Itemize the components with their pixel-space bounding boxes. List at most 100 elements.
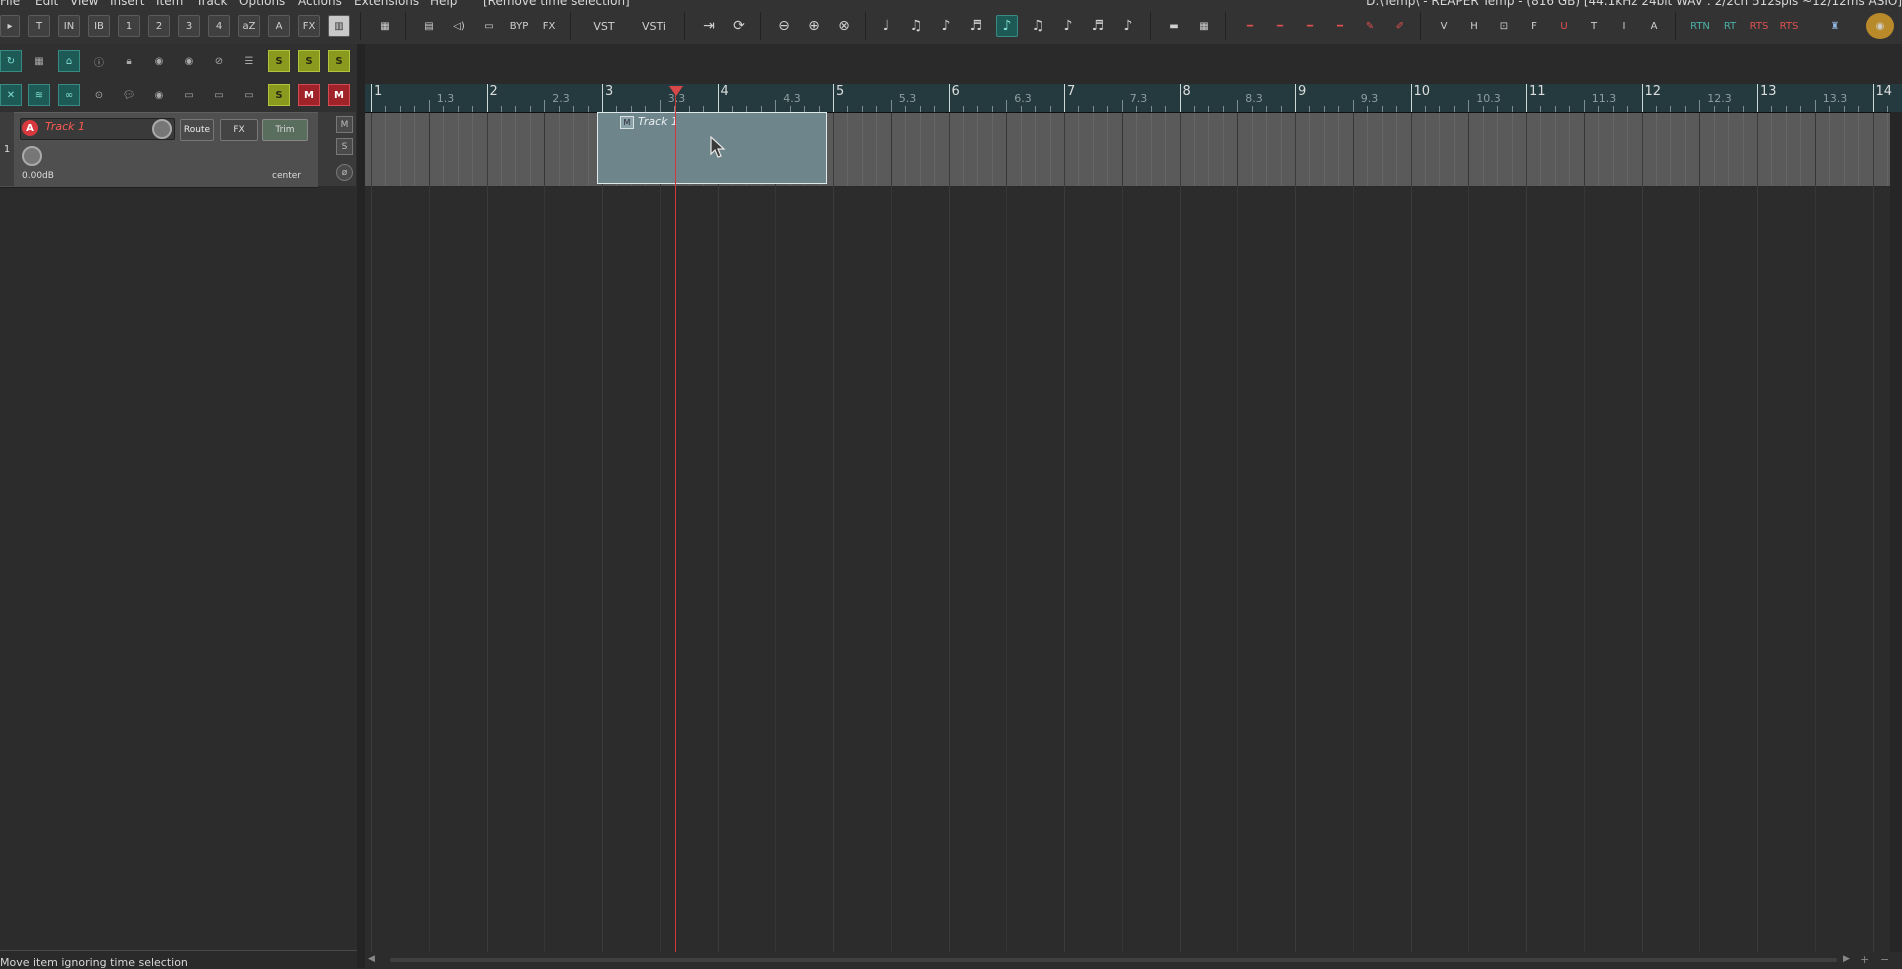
cut-button-4[interactable]: ━ bbox=[1328, 15, 1352, 37]
menu-options[interactable]: Options bbox=[239, 0, 285, 8]
arrange-view[interactable] bbox=[365, 112, 1890, 952]
split-button[interactable]: ⇥ bbox=[697, 15, 721, 37]
menu-actions[interactable]: Actions bbox=[298, 0, 342, 8]
pan-knob[interactable] bbox=[22, 146, 42, 166]
toolbar-3-button[interactable]: 3 bbox=[178, 15, 200, 37]
mixer-button[interactable]: ▦ bbox=[373, 15, 397, 37]
menu-help[interactable]: Help bbox=[430, 0, 457, 8]
folder-button-2[interactable]: ▭ bbox=[208, 84, 230, 106]
grid-note-9-button[interactable]: ♪ bbox=[1116, 15, 1140, 37]
grid-note-5-button[interactable]: ♪ bbox=[996, 15, 1018, 37]
snap-toggle-button[interactable]: ↻ bbox=[0, 50, 22, 72]
crossfade-button[interactable]: ✕ bbox=[0, 84, 22, 106]
envelope-button[interactable]: ⌂ bbox=[58, 50, 80, 72]
zoom-out-button[interactable]: ⊖ bbox=[772, 15, 796, 37]
track-lane[interactable] bbox=[365, 112, 1890, 187]
edit-cursor-head[interactable] bbox=[669, 86, 683, 96]
edit-cursor[interactable] bbox=[675, 88, 676, 952]
transport-arrow-button[interactable]: ▸ bbox=[0, 15, 20, 37]
menu-file[interactable]: File bbox=[0, 0, 20, 8]
piano-roll-button[interactable]: ▥ bbox=[328, 15, 350, 37]
zoom-a-button[interactable]: A bbox=[1642, 15, 1666, 37]
cut-button-2[interactable]: ━ bbox=[1268, 15, 1292, 37]
comment-button[interactable]: 💬︎ bbox=[118, 84, 140, 106]
zoom-f-button[interactable]: F bbox=[1522, 15, 1546, 37]
zoom-u-button[interactable]: U bbox=[1552, 15, 1576, 37]
zoom-fit-button[interactable]: ⊗ bbox=[832, 15, 856, 37]
toolbar-a-button[interactable]: A bbox=[268, 15, 290, 37]
zoom-in-small-icon[interactable]: + bbox=[1860, 953, 1869, 966]
rts-button-1[interactable]: RTS bbox=[1745, 15, 1773, 37]
zoom-t-button[interactable]: T bbox=[1582, 15, 1606, 37]
menu-extensions[interactable]: Extensions bbox=[354, 0, 419, 8]
grid-note-1-button[interactable]: ♩ bbox=[874, 15, 898, 37]
cut-button-1[interactable]: ━ bbox=[1238, 15, 1262, 37]
menu-item[interactable]: Item bbox=[156, 0, 183, 8]
fx-chain-button[interactable]: FX bbox=[537, 15, 561, 37]
toolbar-4-button[interactable]: 4 bbox=[208, 15, 230, 37]
toolbar-az-button[interactable]: aZ bbox=[238, 15, 260, 37]
visibility-button-1[interactable]: ◉ bbox=[148, 50, 170, 72]
track-fx-button[interactable]: FX bbox=[220, 119, 258, 141]
cut-button-3[interactable]: ━ bbox=[1298, 15, 1322, 37]
mute-button[interactable]: M bbox=[336, 116, 353, 133]
phase-button[interactable]: ø bbox=[336, 164, 353, 181]
toolbar-1-button[interactable]: 1 bbox=[118, 15, 140, 37]
mute-speaker-button[interactable]: ◁) bbox=[447, 15, 471, 37]
render-button[interactable]: ▭ bbox=[477, 15, 501, 37]
grid-note-8-button[interactable]: ♬ bbox=[1086, 15, 1110, 37]
menu-edit[interactable]: Edit bbox=[35, 0, 58, 8]
horizontal-scroll-thumb[interactable] bbox=[390, 958, 1837, 962]
scroll-left-icon[interactable]: ◀ bbox=[368, 954, 375, 964]
menu-view[interactable]: View bbox=[70, 0, 98, 8]
zoom-out-small-icon[interactable]: − bbox=[1880, 953, 1889, 966]
toolbar-ib-button[interactable]: IB bbox=[88, 15, 110, 37]
panel-divider[interactable] bbox=[357, 44, 365, 968]
mute-all-button[interactable]: M bbox=[328, 84, 350, 106]
solo-clear-button[interactable]: S bbox=[328, 50, 350, 72]
route-button[interactable]: Route bbox=[180, 119, 214, 141]
mute-x-button[interactable]: M bbox=[298, 84, 320, 106]
rts-button-2[interactable]: RTS bbox=[1775, 15, 1803, 37]
rt-button[interactable]: RT bbox=[1717, 15, 1743, 37]
vertical-scrollbar[interactable] bbox=[1890, 112, 1902, 952]
toolbar-fx-button[interactable]: FX bbox=[298, 15, 320, 37]
loop-button[interactable]: ⟳ bbox=[727, 15, 751, 37]
folder-button-1[interactable]: ▭ bbox=[178, 84, 200, 106]
zoom-v-button[interactable]: V bbox=[1432, 15, 1456, 37]
scroll-right-icon[interactable]: ▶ bbox=[1843, 954, 1850, 964]
folder-button-3[interactable]: ▭ bbox=[238, 84, 260, 106]
info-button[interactable]: ⓘ bbox=[88, 50, 110, 72]
toolbar-t-button[interactable]: T bbox=[28, 15, 50, 37]
solo-x-button[interactable]: S bbox=[298, 50, 320, 72]
zoom-selection-button[interactable]: ⊡ bbox=[1492, 15, 1516, 37]
grid-note-6-button[interactable]: ♫ bbox=[1026, 15, 1050, 37]
hide-button[interactable]: ⊘ bbox=[208, 50, 230, 72]
toolbar-in-button[interactable]: IN bbox=[58, 15, 80, 37]
zoom-i-button[interactable]: I bbox=[1612, 15, 1636, 37]
view-button[interactable]: ◉ bbox=[148, 84, 170, 106]
zoom-h-button[interactable]: H bbox=[1462, 15, 1486, 37]
menu-track[interactable]: Track bbox=[196, 0, 227, 8]
ripple-all-button[interactable]: ▦ bbox=[1192, 15, 1216, 37]
visibility-button-2[interactable]: ◉ bbox=[178, 50, 200, 72]
grid-note-7-button[interactable]: ♪ bbox=[1056, 15, 1080, 37]
eraser-button[interactable]: ✐ bbox=[1388, 15, 1412, 37]
vsti-button[interactable]: VSTi bbox=[634, 15, 674, 37]
ripple-off-button[interactable]: ▬ bbox=[1162, 15, 1186, 37]
link-button[interactable]: ∞ bbox=[58, 84, 80, 106]
toolbar-2-button[interactable]: 2 bbox=[148, 15, 170, 37]
zoom-in-button[interactable]: ⊕ bbox=[802, 15, 826, 37]
grid-note-4-button[interactable]: ♬ bbox=[964, 15, 988, 37]
marker-button[interactable]: ⊙ bbox=[88, 84, 110, 106]
lock-button[interactable]: 🔒︎ bbox=[118, 50, 140, 72]
grid-button[interactable]: ▦ bbox=[28, 50, 50, 72]
layers-button[interactable]: ≋ bbox=[28, 84, 50, 106]
list-button[interactable]: ☰ bbox=[238, 50, 260, 72]
shirt-button[interactable]: ♜ bbox=[1823, 15, 1847, 37]
menu-insert[interactable]: Insert bbox=[110, 0, 144, 8]
record-arm-button[interactable]: A bbox=[22, 120, 38, 136]
trim-button[interactable]: Trim bbox=[262, 119, 308, 141]
pencil-button[interactable]: ✎ bbox=[1358, 15, 1382, 37]
grid-note-2-button[interactable]: ♫ bbox=[904, 15, 928, 37]
